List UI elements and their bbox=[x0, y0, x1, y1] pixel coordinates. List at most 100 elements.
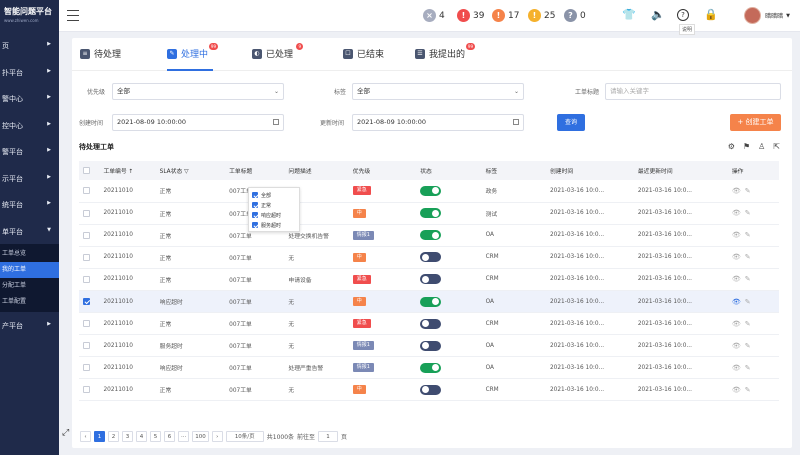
person-icon[interactable]: ♙ bbox=[758, 142, 765, 151]
tab[interactable]: ☐ 已结束 bbox=[343, 47, 384, 60]
updated-date-input[interactable]: 2021-08-09 10:00:00 bbox=[352, 114, 524, 131]
page-button[interactable]: ··· bbox=[178, 431, 190, 442]
table-row[interactable]: 20211010 正常 007工单 处理交换机告警 情报1 OA 2021-03-16 10… bbox=[79, 224, 779, 247]
edit-icon[interactable]: ✎ bbox=[745, 320, 755, 328]
sidebar-item[interactable]: 警中心 ▶ bbox=[0, 85, 59, 112]
table-row[interactable]: 20211010 服务超时 007工单无情报1 OA 2021-03-16 10:0..… bbox=[79, 334, 779, 358]
table-row[interactable]: 20211010 正常 007工单无紧急 CRM 2021-03-16 10:0... 2… bbox=[79, 312, 779, 336]
alert-badge[interactable]: ! 17 bbox=[492, 9, 519, 22]
option-checkbox[interactable] bbox=[252, 192, 258, 198]
search-button[interactable]: 查询 bbox=[557, 114, 585, 131]
sidebar-item[interactable]: 统平台 ▶ bbox=[0, 191, 59, 218]
goto-input[interactable]: 1 bbox=[318, 431, 339, 442]
view-icon[interactable]: 👁 bbox=[732, 209, 745, 217]
status-toggle[interactable] bbox=[420, 296, 442, 307]
tab[interactable]: ≡ 待处理 bbox=[80, 47, 121, 60]
row-select-cell[interactable] bbox=[79, 290, 100, 314]
alert-badge[interactable]: × 4 bbox=[423, 9, 445, 22]
row-checkbox[interactable] bbox=[83, 231, 90, 239]
table-row[interactable]: 20211010 响应超时 007工单无中 OA 2021-03-16 10:0... 2… bbox=[79, 290, 779, 314]
table-row[interactable]: 20211010正常007工单无中测试2021-03-16 10:0...202… bbox=[79, 202, 779, 225]
view-icon[interactable]: 👁 bbox=[732, 298, 745, 306]
alert-badge[interactable]: ! 25 bbox=[528, 9, 555, 22]
row-select-cell[interactable] bbox=[79, 180, 100, 203]
alert-badge[interactable]: ? 0 bbox=[564, 9, 586, 22]
page-button[interactable]: 4 bbox=[136, 431, 147, 442]
sidebar-item[interactable]: 单平台 ▼ bbox=[0, 218, 59, 245]
created-date-input[interactable]: 2021-08-09 10:00:00 bbox=[112, 114, 284, 131]
page-button[interactable]: 3 bbox=[122, 431, 133, 442]
tab[interactable]: ◐ 已处理 9 bbox=[252, 43, 304, 60]
row-select-cell[interactable] bbox=[79, 378, 100, 402]
row-select-cell[interactable] bbox=[79, 224, 100, 247]
row-checkbox[interactable] bbox=[83, 298, 90, 306]
status-toggle[interactable] bbox=[420, 252, 442, 263]
table-row[interactable]: 20211010 正常 007工单无中 CRM 2021-03-16 10:0... 20… bbox=[79, 378, 779, 402]
status-toggle[interactable] bbox=[420, 274, 442, 285]
row-checkbox[interactable] bbox=[83, 342, 90, 350]
sidebar-subitem[interactable]: 工单配置 bbox=[0, 294, 59, 310]
row-select-cell[interactable] bbox=[79, 268, 100, 291]
select-all-checkbox[interactable] bbox=[83, 167, 90, 174]
row-select-cell[interactable] bbox=[79, 202, 100, 225]
option-checkbox[interactable] bbox=[252, 202, 258, 208]
flag-icon[interactable]: ⚑ bbox=[743, 142, 750, 151]
priority-select[interactable]: 全部 ⌄ bbox=[112, 83, 284, 100]
status-toggle[interactable] bbox=[420, 208, 442, 219]
status-toggle[interactable] bbox=[420, 340, 442, 351]
row-checkbox[interactable] bbox=[83, 386, 90, 394]
sla-filter-option[interactable]: 全部 bbox=[252, 190, 296, 200]
sidebar-item[interactable]: 示平台 ▶ bbox=[0, 165, 59, 192]
view-icon[interactable]: 👁 bbox=[732, 320, 745, 328]
next-page-button[interactable]: › bbox=[211, 431, 223, 442]
create-ticket-button[interactable]: + 创建工单 bbox=[730, 114, 781, 131]
sidebar-subitem[interactable]: 我的工单 bbox=[0, 262, 59, 278]
table-row[interactable]: 20211010 正常 007工单无中 CRM 2021-03-16 10:0... 20… bbox=[79, 246, 779, 269]
sidebar-item[interactable]: 扑平台 ▶ bbox=[0, 59, 59, 86]
row-select-cell[interactable] bbox=[79, 312, 100, 336]
tab[interactable]: ☰ 我提出的 99 bbox=[415, 43, 476, 60]
edit-icon[interactable]: ✎ bbox=[745, 386, 755, 394]
option-checkbox[interactable] bbox=[252, 222, 258, 228]
row-checkbox[interactable] bbox=[83, 364, 90, 372]
shirt-icon[interactable]: 👕 bbox=[622, 8, 636, 21]
option-checkbox[interactable] bbox=[252, 212, 258, 218]
alert-badge[interactable]: ! 39 bbox=[457, 9, 484, 22]
row-checkbox[interactable] bbox=[83, 253, 90, 261]
edit-icon[interactable]: ✎ bbox=[745, 209, 755, 217]
sidebar-subitem[interactable]: 分配工单 bbox=[0, 278, 59, 294]
edit-icon[interactable]: ✎ bbox=[745, 298, 755, 306]
table-row[interactable]: 20211010 响应超时 007工单 处理严重告警 情报1 OA 2021-03-16 1… bbox=[79, 356, 779, 380]
view-icon[interactable]: 👁 bbox=[732, 386, 745, 394]
view-icon[interactable]: 👁 bbox=[732, 275, 745, 283]
column-header[interactable] bbox=[79, 161, 100, 180]
settings-icon[interactable]: ⚙ bbox=[728, 142, 735, 151]
sidebar-item[interactable]: 警平台 ▶ bbox=[0, 138, 59, 165]
row-checkbox[interactable] bbox=[83, 187, 90, 195]
help-icon[interactable]: ? bbox=[677, 9, 689, 21]
lock-icon[interactable]: 🔒 bbox=[704, 8, 718, 21]
sidebar-item[interactable]: 页 ▶ bbox=[0, 32, 59, 59]
page-button[interactable]: 6 bbox=[164, 431, 175, 442]
fullscreen-icon[interactable]: ⤢ bbox=[62, 428, 69, 438]
edit-icon[interactable]: ✎ bbox=[745, 342, 755, 350]
table-row[interactable]: 20211010正常007工单无紧急政务2021-03-16 10:0...20… bbox=[79, 180, 779, 203]
title-input[interactable]: 请输入关键字 bbox=[605, 83, 781, 100]
user-menu[interactable]: 暗暗暗 ▼ bbox=[744, 7, 790, 24]
prev-page-button[interactable]: ‹ bbox=[80, 431, 91, 442]
speaker-icon[interactable]: 🔈 bbox=[651, 8, 665, 21]
status-toggle[interactable] bbox=[420, 318, 442, 329]
row-select-cell[interactable] bbox=[79, 334, 100, 358]
export-icon[interactable]: ⇱ bbox=[773, 142, 780, 151]
row-checkbox[interactable] bbox=[83, 209, 90, 217]
tag-select[interactable]: 全部 ⌄ bbox=[352, 83, 524, 100]
status-toggle[interactable] bbox=[420, 362, 442, 373]
page-button[interactable]: 100 bbox=[192, 431, 209, 442]
row-select-cell[interactable] bbox=[79, 356, 100, 380]
view-icon[interactable]: 👁 bbox=[732, 253, 745, 261]
status-toggle[interactable] bbox=[420, 230, 442, 241]
edit-icon[interactable]: ✎ bbox=[745, 275, 755, 283]
view-icon[interactable]: 👁 bbox=[732, 342, 745, 350]
view-icon[interactable]: 👁 bbox=[732, 231, 745, 239]
edit-icon[interactable]: ✎ bbox=[745, 253, 755, 261]
